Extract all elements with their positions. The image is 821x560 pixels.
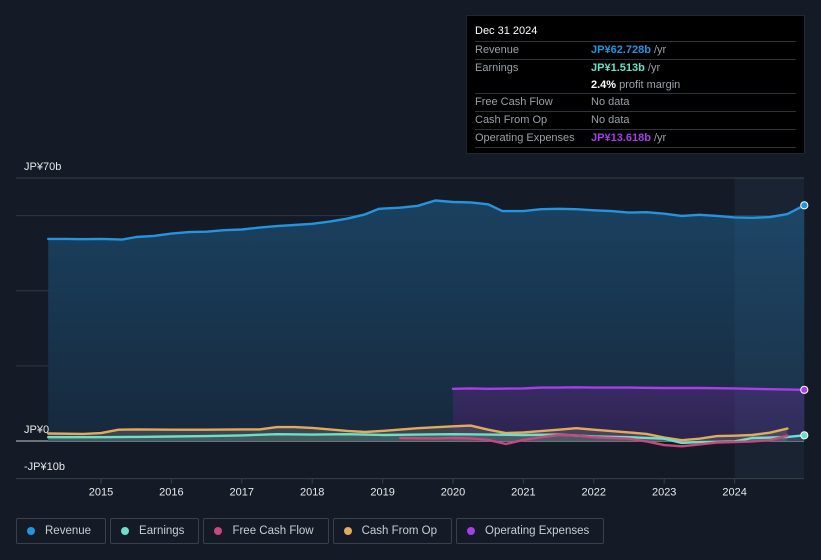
- legend-dot-icon: [121, 527, 130, 535]
- x-tick-label: 2020: [441, 487, 465, 499]
- tooltip-value: JP¥13.618b /yr: [591, 131, 667, 144]
- tooltip: Dec 31 2024 Revenue JP¥62.728b /yr Earning…: [466, 15, 805, 154]
- tooltip-row: Cash From Op No data: [475, 112, 796, 130]
- legend-item-cash-from-op[interactable]: Cash From Op: [332, 518, 453, 544]
- areas: [48, 200, 805, 443]
- x-tick-label: 2021: [511, 487, 535, 499]
- tooltip-row: Operating Expenses JP¥13.618b /yr: [475, 130, 796, 148]
- tooltip-row: Earnings JP¥1.513b /yr: [475, 60, 796, 77]
- tooltip-label: Operating Expenses: [475, 131, 575, 144]
- tooltip-row: Free Cash Flow No data: [475, 94, 796, 113]
- tooltip-label: Free Cash Flow: [475, 96, 553, 109]
- legend-dot-icon: [467, 527, 476, 535]
- end-marker-operating-expenses: [800, 385, 809, 394]
- legend-label: Free Cash Flow: [232, 525, 314, 537]
- tooltip-value: JP¥1.513b /yr: [591, 61, 661, 74]
- x-tick-label: 2023: [652, 487, 676, 499]
- tooltip-label: Cash From Op: [475, 114, 548, 127]
- y-tick-label: -JP¥10b: [24, 461, 65, 473]
- legend-item-operating-expenses[interactable]: Operating Expenses: [456, 518, 605, 544]
- legend-dot-icon: [343, 527, 352, 535]
- legend-dot-icon: [27, 527, 35, 535]
- legend-label: Earnings: [139, 525, 185, 537]
- tooltip-label: Revenue: [475, 44, 520, 56]
- legend: Revenue Earnings Free Cash Flow Cash From O…: [16, 518, 605, 544]
- end-marker-revenue: [800, 201, 809, 210]
- legend-label: Cash From Op: [361, 525, 438, 537]
- y-tick-label: JP¥0: [24, 424, 49, 436]
- tooltip-value: No data: [591, 114, 630, 127]
- legend-item-free-cash-flow[interactable]: Free Cash Flow: [203, 518, 329, 544]
- x-tick-label: 2016: [159, 487, 183, 499]
- x-tick-label: 2024: [722, 487, 746, 499]
- x-tick-label: 2017: [230, 487, 254, 499]
- legend-label: Operating Expenses: [485, 525, 590, 537]
- x-tick-label: 2018: [300, 487, 324, 499]
- tooltip-row: 2.4% profit margin: [475, 77, 796, 95]
- end-marker-earnings: [800, 431, 809, 440]
- x-tick-label: 2015: [89, 487, 113, 499]
- y-tick-label: JP¥70b: [24, 161, 61, 173]
- tooltip-date: Dec 31 2024: [475, 22, 796, 42]
- tooltip-label: Earnings: [475, 61, 519, 74]
- legend-item-revenue[interactable]: Revenue: [16, 518, 107, 544]
- tooltip-value: No data: [591, 96, 630, 109]
- tooltip-label: [475, 77, 591, 94]
- tooltip-value: JP¥62.728b /yr: [591, 44, 667, 56]
- tooltip-value: 2.4% profit margin: [591, 78, 681, 91]
- tooltip-row: Revenue JP¥62.728b /yr: [475, 42, 796, 60]
- legend-label: Revenue: [45, 525, 92, 537]
- x-tick-label: 2019: [370, 487, 394, 499]
- legend-item-earnings[interactable]: Earnings: [110, 518, 200, 544]
- x-tick-label: 2022: [582, 487, 606, 499]
- legend-dot-icon: [214, 527, 223, 535]
